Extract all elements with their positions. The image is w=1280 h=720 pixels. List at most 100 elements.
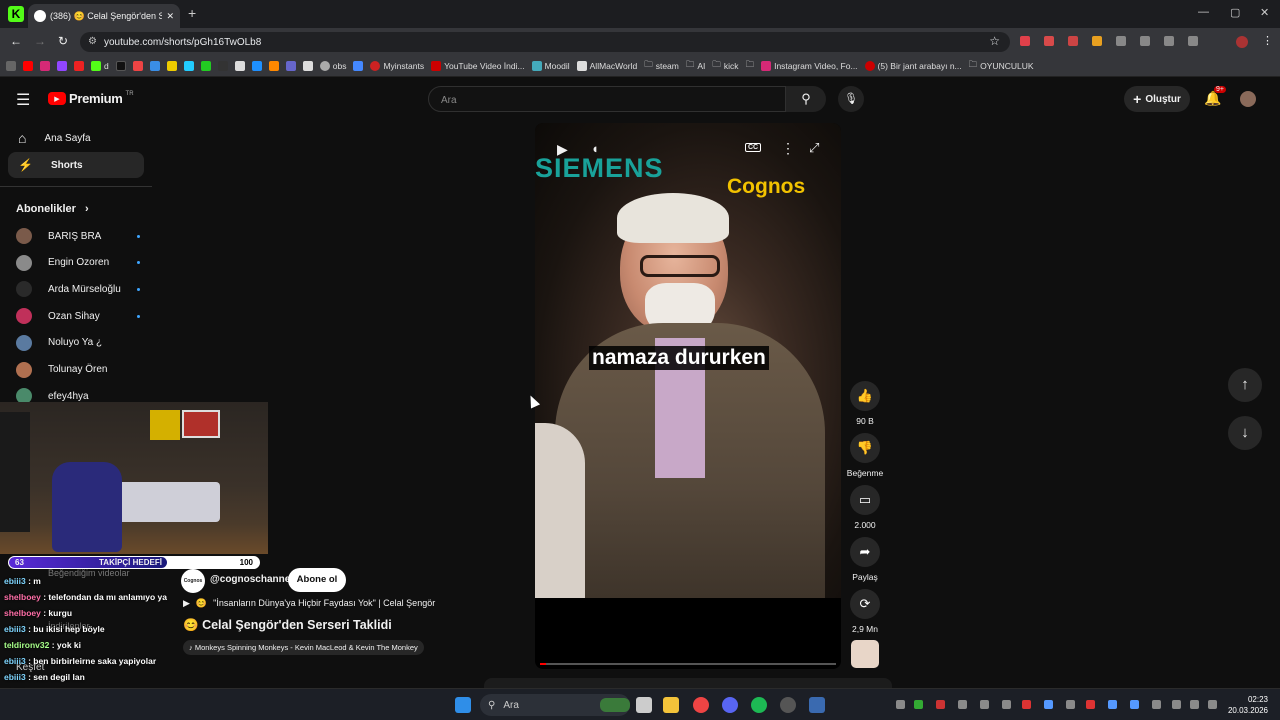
remix-button[interactable]: ⟳ bbox=[850, 589, 880, 619]
clock[interactable]: 02:23 20.03.2026 bbox=[1224, 694, 1268, 716]
home-icon: ⌂ bbox=[18, 130, 27, 146]
cognos-logo-text: Cognos bbox=[727, 175, 806, 198]
bookmark-youtube-jant[interactable]: (5) Bir jant arabayı n... bbox=[864, 61, 962, 71]
create-button[interactable]: + Oluştur bbox=[1124, 86, 1190, 112]
play-triangle-icon: ▶ bbox=[183, 598, 190, 608]
profile-avatar[interactable] bbox=[1236, 36, 1248, 48]
bookmark-d[interactable]: d bbox=[91, 61, 109, 71]
site-info-icon[interactable]: ⚙ bbox=[88, 36, 97, 47]
sidebar-item-shorts[interactable]: ⚡ Shorts bbox=[8, 152, 144, 178]
goal-current: 63 bbox=[15, 558, 24, 567]
related-video-link[interactable]: ▶ 😊 "İnsanların Dünya'ya Hiçbir Faydası … bbox=[183, 598, 435, 609]
subscription-item[interactable]: Engin Ozoren bbox=[16, 254, 140, 271]
related-video-title: "İnsanların Dünya'ya Hiçbir Faydası Yok"… bbox=[213, 598, 436, 608]
bookmark-folder-steam[interactable]: 🗀 steam bbox=[644, 59, 679, 73]
captions-icon[interactable]: CC bbox=[745, 143, 762, 152]
chat-message: ebiii3 : sen degil lan bbox=[4, 672, 85, 682]
share-button[interactable]: ➦ bbox=[850, 537, 880, 567]
subscription-item[interactable]: Arda Mürseloğlu bbox=[16, 281, 140, 298]
hamburger-menu-icon[interactable]: ☰ bbox=[16, 90, 30, 110]
bookmark-obs[interactable]: obs bbox=[319, 61, 346, 71]
play-icon[interactable]: ▶ bbox=[557, 141, 568, 158]
thumbs-down-icon: 👎 bbox=[856, 440, 874, 455]
search-highlight-icon bbox=[600, 698, 630, 712]
subscription-item[interactable]: Tolunay Ören bbox=[16, 361, 140, 378]
comment-icon: ▭ bbox=[858, 492, 872, 507]
extension-icons[interactable] bbox=[1020, 36, 1198, 46]
discord-icon[interactable] bbox=[722, 697, 738, 713]
voice-search-button[interactable]: 🎙 bbox=[838, 86, 864, 112]
search-button[interactable]: ⚲ bbox=[786, 86, 826, 112]
tab-close-icon[interactable]: ✕ bbox=[166, 11, 174, 22]
maximize-button[interactable]: ▢ bbox=[1230, 6, 1240, 19]
address-bar[interactable]: ⚙ youtube.com/shorts/pGh16TwOLb8 ☆ bbox=[80, 32, 1010, 52]
search-box[interactable]: Ara bbox=[428, 86, 786, 112]
share-icon: ➦ bbox=[859, 544, 871, 559]
subscriptions-header[interactable]: Abonelikler › bbox=[16, 203, 89, 215]
subscription-item[interactable]: Ozan Sihay bbox=[16, 308, 140, 325]
video-subtitle: namaza dururken bbox=[589, 346, 769, 370]
channel-avatar[interactable]: Cognos bbox=[181, 569, 205, 593]
bookmark-moodil[interactable]: Moodil bbox=[531, 61, 570, 71]
bookmark-folder-oyunculuk[interactable]: 🗀 OYUNCULUK bbox=[969, 59, 1034, 73]
more-options-icon[interactable]: ⋮ bbox=[781, 140, 795, 157]
chat-message: shelboey : kurgu bbox=[4, 608, 72, 618]
chat-username: ebiii3 bbox=[4, 656, 26, 666]
emoji-icon: 😊 bbox=[195, 598, 208, 608]
bookmark-youtube-indir[interactable]: YouTube Video İndi... bbox=[431, 61, 525, 71]
close-window-button[interactable]: ✕ bbox=[1260, 6, 1269, 19]
bookmarks-bar: d obs Myinstants YouTube Video İndi... M… bbox=[0, 56, 1280, 77]
new-content-dot bbox=[137, 261, 140, 265]
notifications-button[interactable]: 🔔 9+ bbox=[1204, 86, 1226, 107]
music-chip[interactable]: ♪ Monkeys Spinning Monkeys - Kevin MacLe… bbox=[183, 640, 424, 655]
account-avatar[interactable] bbox=[1240, 91, 1256, 107]
app-icon[interactable] bbox=[809, 697, 825, 713]
spotify-icon[interactable] bbox=[751, 697, 767, 713]
bookmark-folder[interactable]: 🗀 bbox=[746, 59, 755, 73]
subscription-item[interactable]: Noluyo Ya ¿ bbox=[16, 334, 140, 351]
sidebar-item-home[interactable]: ⌂ Ana Sayfa bbox=[8, 125, 144, 151]
subscribe-button[interactable]: Abone ol bbox=[288, 568, 346, 592]
subscription-name: Tolunay Ören bbox=[48, 364, 108, 375]
subscription-item[interactable]: BARIŞ BRA bbox=[16, 228, 140, 244]
notification-badge: 9+ bbox=[1214, 86, 1226, 93]
taskbar-search[interactable]: ⚲ Ara bbox=[480, 694, 630, 716]
task-view-icon[interactable] bbox=[636, 697, 652, 713]
fullscreen-icon[interactable]: ⤢ bbox=[809, 140, 819, 156]
minimize-button[interactable]: — bbox=[1198, 6, 1209, 18]
bookmark-myinstants[interactable]: Myinstants bbox=[370, 61, 424, 71]
bookmark-folder-ai[interactable]: 🗀 AI bbox=[686, 59, 706, 73]
browser-menu-icon[interactable]: ⋮ bbox=[1262, 34, 1273, 47]
back-icon[interactable]: ← bbox=[10, 34, 22, 48]
gaming-chair-image bbox=[52, 462, 122, 552]
browser-tab-active[interactable]: (386) 😊 Celal Şengör'den Serseri Taklidi… bbox=[28, 4, 180, 28]
bookmark-star-icon[interactable]: ☆ bbox=[989, 34, 1000, 48]
new-tab-button[interactable]: + bbox=[188, 5, 196, 21]
sidebar-item-liked-videos[interactable]: Beğendiğim videolar bbox=[48, 568, 130, 578]
reload-icon[interactable]: ↻ bbox=[58, 34, 68, 48]
youtube-logo[interactable]: ▶ Premium TR bbox=[48, 91, 134, 106]
file-explorer-icon[interactable] bbox=[663, 697, 679, 713]
obs-icon[interactable] bbox=[780, 697, 796, 713]
bookmark-folder-kick[interactable]: 🗀 kick bbox=[712, 59, 738, 73]
browser-toolbar: ← → ↻ ⚙ youtube.com/shorts/pGh16TwOLb8 ☆… bbox=[0, 28, 1280, 56]
chrome-icon[interactable] bbox=[693, 697, 709, 713]
like-button[interactable]: 👍 bbox=[850, 381, 880, 411]
comments-button[interactable]: ▭ bbox=[850, 485, 880, 515]
shorts-video-player[interactable]: SIEMENS Cognos namaza dururken ▶ ◖ CC ⋮ … bbox=[535, 123, 841, 669]
kick-tab-icon[interactable]: K bbox=[8, 6, 24, 22]
video-progress-track[interactable] bbox=[540, 663, 836, 665]
bookmark-allmacworld[interactable]: AllMacWorld bbox=[576, 61, 637, 71]
channel-handle[interactable]: @cognoschannel bbox=[210, 574, 293, 585]
forward-icon[interactable]: → bbox=[34, 34, 46, 48]
dislike-button[interactable]: 👎 bbox=[850, 433, 880, 463]
volume-icon[interactable]: ◖ bbox=[591, 141, 599, 156]
windows-start-icon[interactable] bbox=[455, 697, 471, 713]
chat-username: ebiii3 bbox=[4, 672, 26, 682]
previous-short-button[interactable]: ↑ bbox=[1228, 368, 1262, 402]
apps-grid-icon[interactable] bbox=[6, 61, 16, 71]
bookmark-instagram[interactable]: Instagram Video, Fo... bbox=[761, 61, 858, 71]
next-short-button[interactable]: ↓ bbox=[1228, 416, 1262, 450]
chat-username: ebiii3 bbox=[4, 624, 26, 634]
sound-thumbnail[interactable] bbox=[851, 640, 879, 668]
